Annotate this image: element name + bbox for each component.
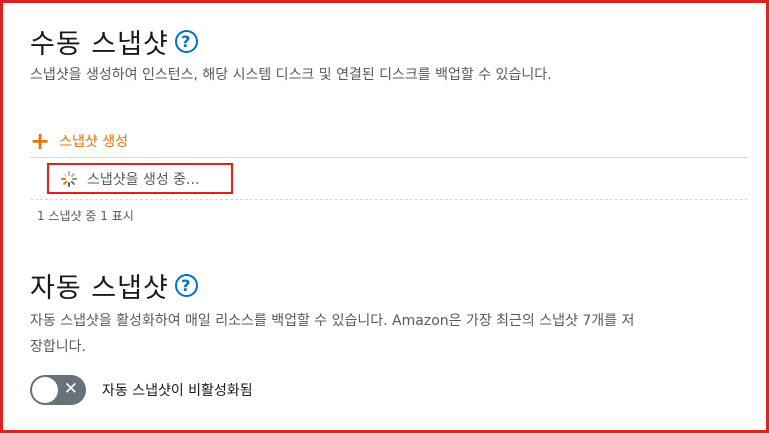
automatic-snapshots-toggle-label: 자동 스냅샷이 비활성화됨 xyxy=(102,383,253,399)
spinner-icon xyxy=(61,170,77,187)
manual-snapshots-description: 스냅샷을 생성하여 인스턴스, 해당 시스템 디스크 및 연결된 디스크를 백업… xyxy=(30,67,552,83)
help-icon[interactable]: ? xyxy=(174,274,198,297)
close-icon: ✕ xyxy=(63,379,78,399)
plus-icon: + xyxy=(30,127,51,155)
automatic-snapshots-toggle-row: ✕ 자동 스냅샷이 비활성화됨 xyxy=(30,375,253,405)
dashed-divider xyxy=(30,199,748,200)
manual-snapshots-title: 수동 스냅샷 ? xyxy=(30,22,750,61)
toggle-knob xyxy=(32,377,58,403)
manual-snapshots-section: 수동 스냅샷 ? xyxy=(30,22,750,61)
snapshot-progress-label: 스냅샷을 생성 중... xyxy=(87,171,200,188)
automatic-snapshots-description: 자동 스냅샷을 활성화하여 매일 리소스를 백업할 수 있습니다. Amazon… xyxy=(30,313,635,355)
snapshot-in-progress-row: 스냅샷을 생성 중... xyxy=(47,163,233,194)
create-snapshot-button[interactable]: + 스냅샷 생성 xyxy=(30,127,128,155)
snapshot-count: 1 스냅샷 중 1 표시 xyxy=(37,209,134,223)
divider xyxy=(30,157,748,158)
automatic-snapshots-section: 자동 스냅샷 ? xyxy=(30,266,750,305)
automatic-snapshots-title: 자동 스냅샷 ? xyxy=(30,266,750,305)
manual-snapshots-title-text: 수동 스냅샷 xyxy=(30,29,169,60)
help-icon[interactable]: ? xyxy=(174,30,198,53)
automatic-snapshots-toggle[interactable]: ✕ xyxy=(30,375,86,405)
create-snapshot-label: 스냅샷 생성 xyxy=(59,134,128,150)
automatic-snapshots-title-text: 자동 스냅샷 xyxy=(30,273,169,304)
